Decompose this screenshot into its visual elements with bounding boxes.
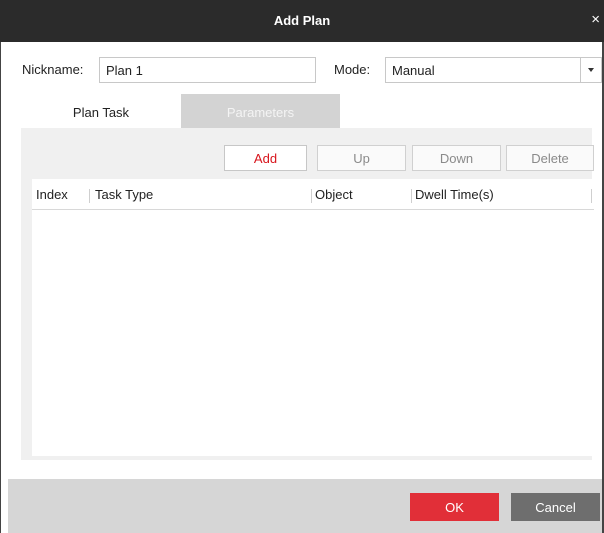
ok-button[interactable]: OK	[410, 493, 499, 521]
column-header-task-type[interactable]: Task Type	[95, 187, 153, 202]
column-separator[interactable]	[311, 189, 312, 203]
chevron-down-icon[interactable]	[580, 58, 601, 82]
delete-button[interactable]: Delete	[506, 145, 594, 171]
table-body[interactable]	[32, 210, 594, 456]
table-header: Index Task Type Object Dwell Time(s)	[32, 179, 594, 210]
close-icon[interactable]: ×	[591, 12, 600, 27]
dialog-titlebar: Add Plan ×	[0, 0, 604, 42]
tab-parameters[interactable]: Parameters	[181, 94, 340, 128]
nickname-field[interactable]: Plan 1	[99, 57, 316, 83]
column-header-dwell-time[interactable]: Dwell Time(s)	[415, 187, 494, 202]
add-button[interactable]: Add	[224, 145, 307, 171]
mode-select[interactable]: Manual	[385, 57, 602, 83]
column-separator[interactable]	[411, 189, 412, 203]
cancel-button[interactable]: Cancel	[511, 493, 600, 521]
column-separator[interactable]	[89, 189, 90, 203]
column-header-index[interactable]: Index	[36, 187, 68, 202]
up-button[interactable]: Up	[317, 145, 406, 171]
tab-plan-task[interactable]: Plan Task	[21, 94, 181, 128]
dialog-title: Add Plan	[273, 13, 331, 28]
mode-select-value: Manual	[392, 63, 435, 78]
mode-label: Mode:	[334, 62, 371, 77]
nickname-label: Nickname:	[22, 62, 84, 77]
column-header-object[interactable]: Object	[315, 187, 353, 202]
dialog-border-left	[0, 42, 1, 533]
column-separator[interactable]	[591, 189, 592, 203]
down-button[interactable]: Down	[412, 145, 501, 171]
